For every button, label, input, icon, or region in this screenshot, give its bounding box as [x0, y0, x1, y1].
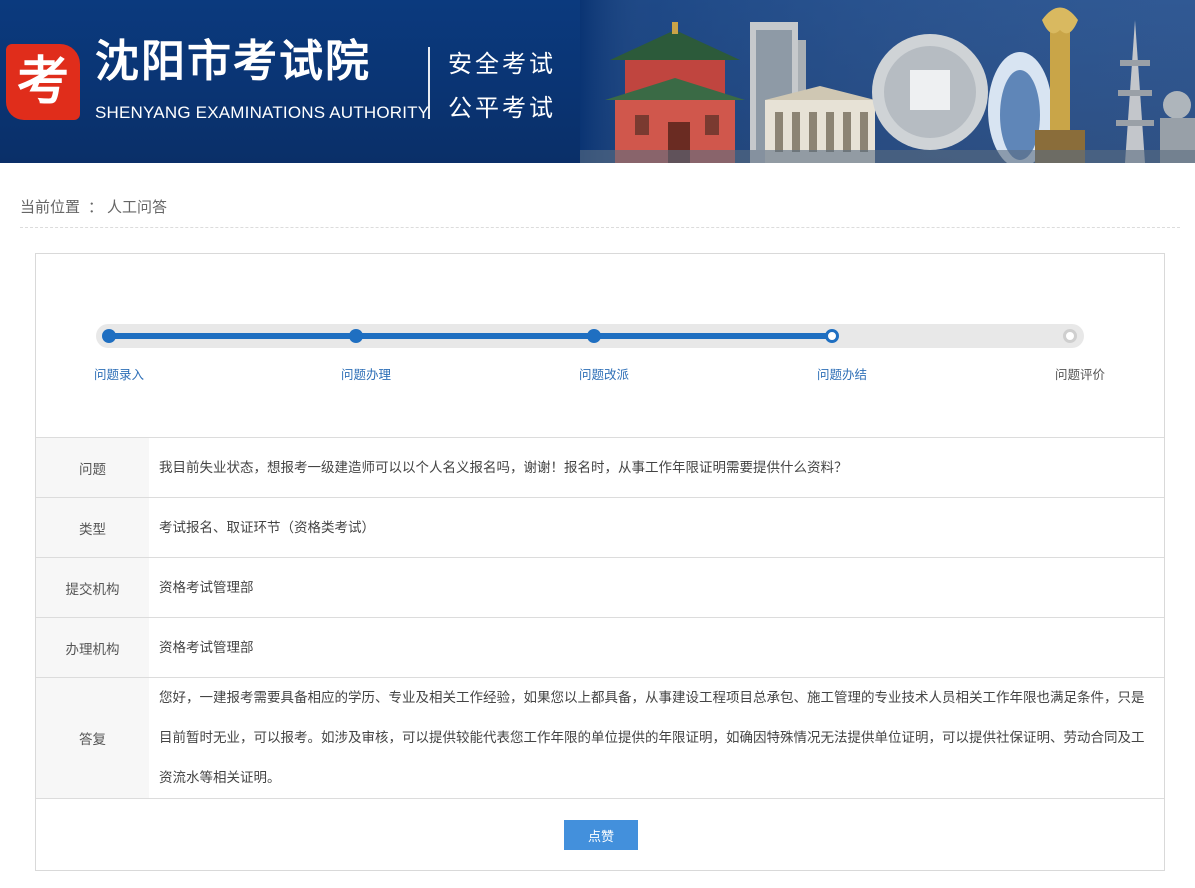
handle-org-row: 办理机构 资格考试管理部	[36, 617, 1164, 677]
answer-text: 您好，一建报考需要具备相应的学历、专业及相关工作经验，如果您以上都具备，从事建设…	[159, 690, 1145, 786]
progress-step-label: 问题改派	[578, 367, 630, 382]
question-row: 问题 我目前失业状态，想报考一级建造师可以以个人名义报名吗，谢谢！报名时，从事工…	[36, 437, 1164, 497]
answer-label: 答复	[36, 678, 149, 798]
question-label: 问题	[36, 438, 149, 497]
question-text: 我目前失业状态，想报考一级建造师可以以个人名义报名吗，谢谢！报名时，从事工作年限…	[159, 459, 848, 476]
qa-detail-card: 问题录入 问题办理 问题改派 问题办结 问题评价 问题 我目前失业状态，想报考一级建造师…	[35, 253, 1165, 871]
submit-org-label: 提交机构	[36, 558, 149, 617]
type-row: 类型 考试报名、取证环节（资格类考试）	[36, 497, 1164, 557]
progress-step-dot	[587, 329, 601, 343]
progress-step-dot	[1063, 329, 1077, 343]
org-name: 沈阳市考试院	[95, 36, 371, 87]
slogan-fairness: 公平考试	[448, 94, 556, 122]
breadcrumb: 当前位置 ：人工问答	[20, 196, 167, 217]
progress-fill	[109, 333, 832, 339]
breadcrumb-prefix: 当前位置	[20, 198, 81, 216]
progress-step-dot	[349, 329, 363, 343]
action-row: 点赞	[36, 798, 1164, 871]
like-button[interactable]: 点赞	[564, 820, 638, 850]
handle-org-text: 资格考试管理部	[159, 639, 254, 656]
slogan-safety: 安全考试	[448, 50, 556, 78]
progress-step-label: 问题评价	[1054, 367, 1106, 382]
detail-table: 问题 我目前失业状态，想报考一级建造师可以以个人名义报名吗，谢谢！报名时，从事工…	[36, 437, 1164, 871]
submit-org-text: 资格考试管理部	[159, 579, 254, 596]
answer-row: 答复 您好，一建报考需要具备相应的学历、专业及相关工作经验，如果您以上都具备，从…	[36, 677, 1164, 798]
city-skyline-illustration	[580, 0, 1195, 163]
breadcrumb-current[interactable]: 人工问答	[107, 198, 167, 216]
handle-org-label: 办理机构	[36, 618, 149, 677]
submit-org-row: 提交机构 资格考试管理部	[36, 557, 1164, 617]
progress-step-label: 问题办结	[816, 367, 868, 382]
logo-icon[interactable]: 考	[6, 44, 80, 120]
progress-step-dot	[102, 329, 116, 343]
type-text: 考试报名、取证环节（资格类考试）	[159, 519, 375, 536]
progress-step-label: 问题办理	[340, 367, 392, 382]
header-divider	[428, 47, 430, 119]
progress-step-label: 问题录入	[93, 367, 145, 382]
breadcrumb-divider	[20, 227, 1180, 228]
site-header: 考 沈阳市考试院 SHENYANG EXAMINATIONS AUTHORITY…	[0, 0, 1195, 163]
breadcrumb-separator: ：	[88, 198, 104, 216]
org-name-en: SHENYANG EXAMINATIONS AUTHORITY	[95, 103, 430, 122]
progress-step-dot	[825, 329, 839, 343]
type-label: 类型	[36, 498, 149, 557]
progress-tracker: 问题录入 问题办理 问题改派 问题办结 问题评价	[36, 254, 1164, 438]
